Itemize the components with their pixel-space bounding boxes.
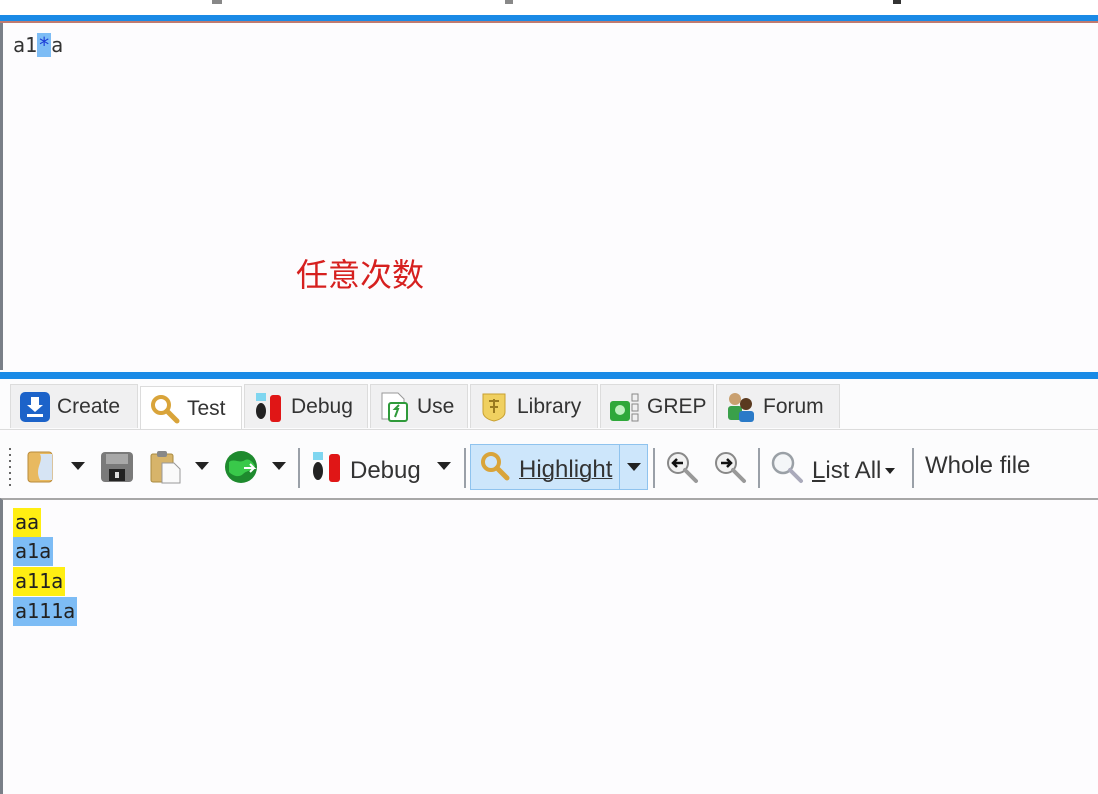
web-button[interactable] [224, 450, 258, 491]
tab-forum[interactable]: Forum [716, 384, 840, 428]
highlight-button-label: Highlight [519, 455, 613, 483]
toolbar-separator [298, 448, 300, 488]
paste-dropdown[interactable] [195, 462, 209, 470]
match-line[interactable]: a111a [13, 597, 78, 626]
tab-label: Create [57, 394, 121, 418]
toolbar: Debug Highlight List All Whole file [0, 432, 1098, 496]
regex-text[interactable]: a1*a [13, 33, 63, 57]
top-strip [0, 0, 1098, 15]
match-line[interactable]: a11a [13, 567, 66, 596]
tab-bar-border [0, 429, 1098, 430]
tab-create[interactable]: Create [10, 384, 138, 428]
debug-dropdown[interactable] [437, 462, 451, 470]
previous-match-button[interactable] [665, 450, 699, 491]
magnifier-icon [479, 450, 511, 489]
regex-quantifier-highlight: * [37, 33, 52, 57]
test-subject-pane[interactable]: aa a1a a11a a111a [0, 498, 1098, 794]
tab-label: Use [417, 394, 455, 418]
toolbar-separator [653, 448, 655, 488]
next-match-button[interactable] [713, 450, 747, 491]
regex-text-before: a1 [13, 33, 38, 57]
paste-icon [150, 450, 182, 491]
globe-icon [224, 450, 258, 491]
toolbar-separator [464, 448, 466, 488]
save-icon [100, 450, 134, 491]
tab-label: Library [517, 394, 582, 418]
create-icon [19, 391, 51, 423]
tab-library[interactable]: Library [470, 384, 598, 428]
tab-label: Test [187, 396, 226, 420]
open-file-icon [26, 450, 58, 491]
toolbar-separator [758, 448, 760, 488]
library-icon [479, 391, 511, 423]
highlight-button[interactable]: Highlight [470, 444, 648, 490]
top-strip-mark [212, 0, 222, 4]
list-all-button[interactable]: List All [770, 450, 896, 491]
tab-grep[interactable]: GREP [600, 384, 714, 428]
mnemonic-letter: g [407, 456, 421, 484]
toolbar-grip[interactable] [9, 448, 11, 486]
chevron-down-icon [885, 467, 896, 474]
chevron-down-icon [195, 462, 209, 470]
zoom-previous-icon [665, 450, 699, 491]
forum-icon [725, 391, 757, 423]
tab-bar: Create Test Debug Use Library GREP Forum [0, 380, 1098, 430]
chevron-down-icon [272, 462, 286, 470]
debug-button[interactable]: Debug [310, 450, 421, 491]
list-all-label: List All [812, 456, 882, 484]
chevron-down-icon [71, 462, 85, 470]
regex-editor[interactable]: a1*a [0, 23, 1098, 370]
debug-button-label: Debug [350, 456, 421, 484]
use-icon [379, 391, 411, 423]
search-icon [770, 450, 804, 491]
mnemonic-letter: L [812, 456, 826, 484]
match-line[interactable]: aa [13, 508, 42, 537]
grep-icon [609, 391, 641, 423]
open-button[interactable] [26, 450, 58, 491]
chevron-down-icon [437, 462, 451, 470]
tab-debug[interactable]: Debug [244, 384, 368, 428]
split-divider [619, 445, 620, 489]
pane-splitter[interactable] [0, 372, 1098, 379]
web-dropdown[interactable] [272, 462, 286, 470]
toolbar-separator [912, 448, 914, 488]
top-strip-mark [505, 0, 513, 4]
scope-selector[interactable]: Whole file [925, 452, 1030, 480]
zoom-next-icon [713, 450, 747, 491]
debug-icon [310, 450, 344, 491]
scope-label: Whole file [925, 452, 1031, 479]
match-line[interactable]: a1a [13, 537, 54, 566]
regex-text-after: a [51, 33, 64, 57]
highlight-dropdown[interactable] [627, 463, 641, 471]
tab-test[interactable]: Test [140, 386, 242, 430]
open-dropdown[interactable] [71, 462, 85, 470]
annotation-label: 任意次数 [296, 256, 425, 294]
magnifier-icon [149, 393, 181, 425]
debug-icon [253, 391, 285, 423]
chevron-down-icon [627, 463, 641, 471]
paste-button[interactable] [150, 450, 182, 491]
tab-label: Debug [291, 394, 353, 418]
tab-use[interactable]: Use [370, 384, 468, 428]
save-button[interactable] [100, 450, 134, 491]
tab-label: Forum [763, 394, 824, 418]
top-strip-mark [893, 0, 901, 4]
tab-label: GREP [647, 394, 707, 418]
